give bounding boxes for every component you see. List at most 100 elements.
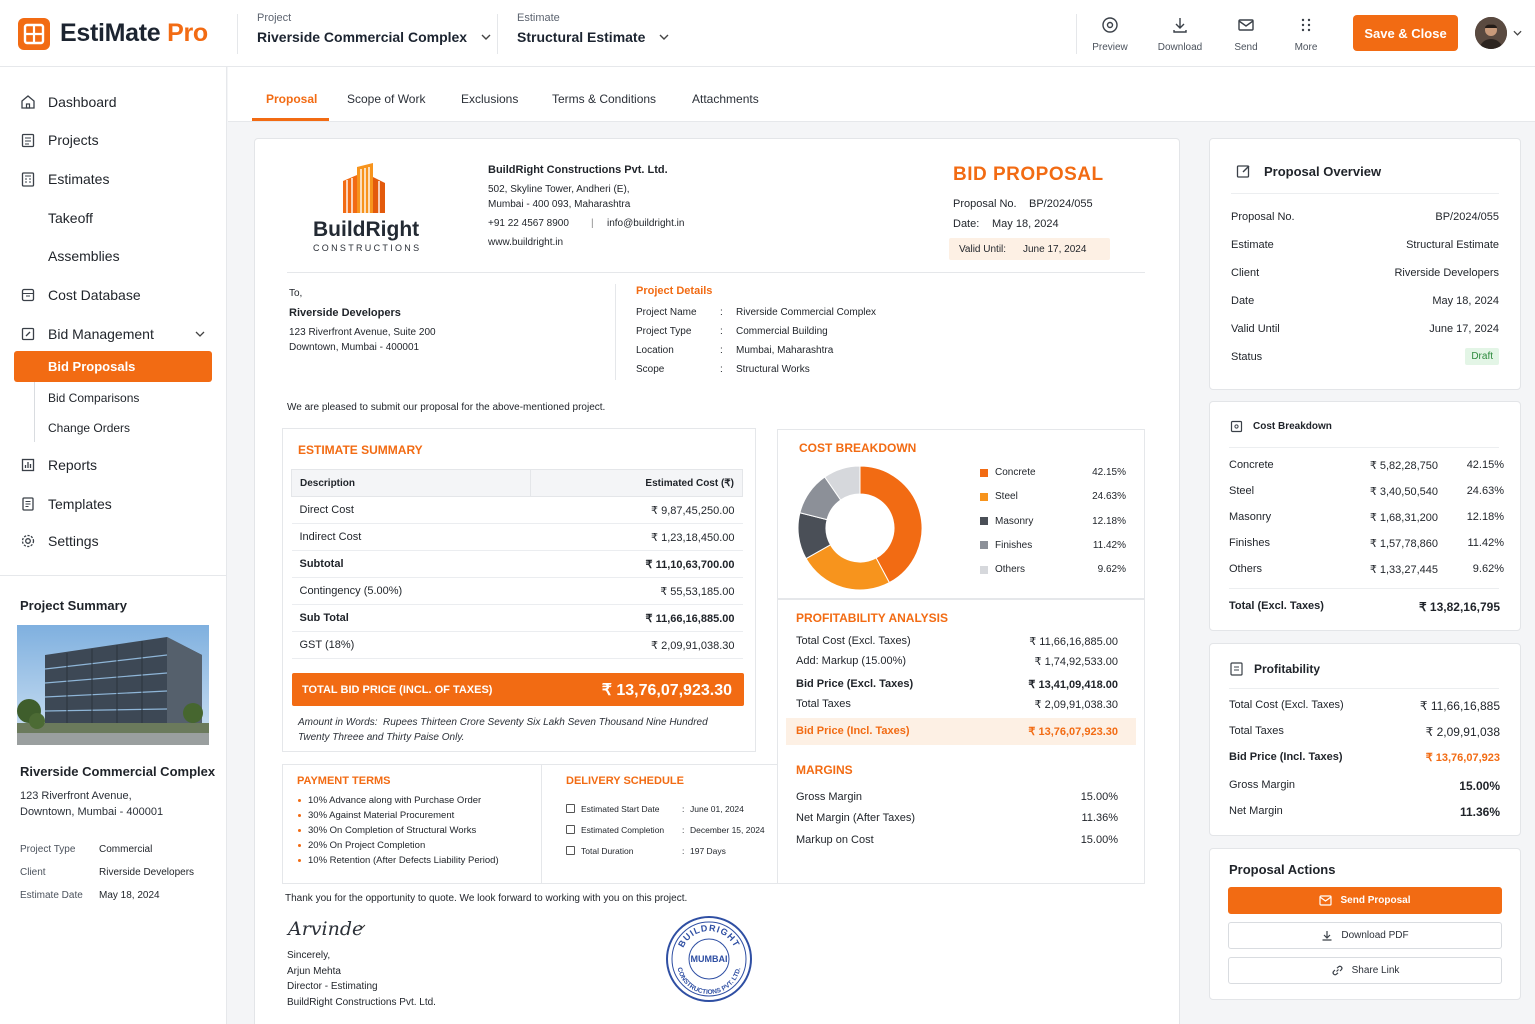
user-avatar[interactable] xyxy=(1475,17,1507,49)
company-website: www.buildright.in xyxy=(488,237,564,248)
sidebar-item-bid-comparisons[interactable]: Bid Comparisons xyxy=(48,391,139,405)
chevron-down-icon xyxy=(659,34,669,40)
tab-exclusions[interactable]: Exclusions xyxy=(461,92,518,106)
overview-row: Proposal No. BP/2024/055 xyxy=(1231,211,1499,223)
download-pdf-button[interactable]: Download PDF xyxy=(1228,922,1502,949)
chart-title: COST BREAKDOWN xyxy=(799,441,917,455)
amount-in-words: Amount in Words: Rupees Thirteen Crore S… xyxy=(298,717,708,743)
payment-term-item: 10% Advance along with Purchase Order xyxy=(308,795,482,806)
estimate-value: Structural Estimate xyxy=(517,29,646,45)
chevron-down-icon[interactable] xyxy=(1513,30,1522,36)
overview-status-row: Status Draft xyxy=(1231,348,1499,365)
project-detail-label: Location xyxy=(636,345,674,356)
company-stamp: BUILDRIGHT MUMBAI CONSTRUCTIONS PVT. LTD… xyxy=(666,916,752,1002)
project-value: Riverside Commercial Complex xyxy=(257,29,468,45)
overview-value: May 18, 2024 xyxy=(1432,295,1499,307)
table-row: Direct Cost ₹ 9,87,45,250.00 xyxy=(291,496,743,524)
legend-item: Steel xyxy=(980,491,1018,502)
share-link-button[interactable]: Share Link xyxy=(1228,957,1502,984)
estimate-selector[interactable]: Estimate Structural Estimate xyxy=(517,12,669,45)
sidebar-item-cost-database[interactable]: Cost Database xyxy=(20,287,141,303)
stamp-center-text: MUMBAI xyxy=(691,954,728,964)
sidebar-item-reports[interactable]: Reports xyxy=(20,457,97,473)
sidebar-item-projects[interactable]: Projects xyxy=(20,132,99,148)
sidebar-item-dashboard[interactable]: Dashboard xyxy=(20,94,117,110)
sign-line: Sincerely, xyxy=(287,950,331,961)
tab-proposal[interactable]: Proposal xyxy=(266,92,317,106)
table-row: GST (18%) ₹ 2,09,91,038.30 xyxy=(291,631,743,659)
cost-breakdown-total-row: Total (Excl. Taxes) ₹ 13,82,16,795 xyxy=(1229,600,1500,614)
profit-value: ₹ 2,09,91,038.30 xyxy=(1034,699,1118,711)
table-row: Subtotal ₹ 11,10,63,700.00 xyxy=(291,550,743,578)
delivery-label: Total Duration xyxy=(581,846,634,856)
profit-label: Bid Price (Excl. Taxes) xyxy=(796,678,914,690)
table-row: Indirect Cost ₹ 1,23,18,450.00 xyxy=(291,523,743,551)
sidebar-item-estimates[interactable]: Estimates xyxy=(20,171,109,187)
sidebar-item-settings[interactable]: Settings xyxy=(20,533,99,549)
download-button[interactable]: Download xyxy=(1150,16,1210,53)
overview-row: Date May 18, 2024 xyxy=(1231,295,1499,307)
profit-row: Total Cost (Excl. Taxes) ₹ 11,66,16,885.0… xyxy=(796,635,1118,648)
actions-title: Proposal Actions xyxy=(1229,862,1336,877)
margin-label: Net Margin (After Taxes) xyxy=(796,812,916,824)
row-cost: ₹ 2,09,91,038.30 xyxy=(530,631,743,659)
payment-term-item: 30% On Completion of Structural Works xyxy=(308,825,477,836)
profitability-row: Bid Price (Incl. Taxes) ₹ 13,76,07,923 xyxy=(1229,751,1500,764)
legend-item: Finishes xyxy=(980,540,1032,551)
sidebar-item-bid-management[interactable]: Bid Management xyxy=(20,326,154,342)
row-description: Subtotal xyxy=(291,550,531,578)
legend-percent: 12.18% xyxy=(1092,515,1126,527)
company-phone: +91 22 4567 8900 xyxy=(488,218,569,229)
company-name: BuildRight Constructions Pvt. Ltd. xyxy=(488,164,668,176)
legend-percent: 24.63% xyxy=(1092,491,1126,503)
profitability-row: Total Taxes ₹ 2,09,91,038 xyxy=(1229,725,1500,739)
colon: : xyxy=(720,326,723,337)
calculator-icon xyxy=(21,172,35,187)
table-row: Contingency (5.00%) ₹ 55,53,185.00 xyxy=(291,577,743,605)
margin-value: 15.00% xyxy=(1080,791,1118,803)
project-detail-value: Mumbai, Maharashtra xyxy=(736,345,834,356)
proposal-no: BP/2024/055 xyxy=(1029,198,1093,210)
tab-scope-of-work[interactable]: Scope of Work xyxy=(347,92,425,106)
sidebar-item-takeoff[interactable]: Takeoff xyxy=(48,210,93,226)
project-selector[interactable]: Project Riverside Commercial Complex xyxy=(257,12,491,45)
legend-swatch xyxy=(980,541,988,550)
tab-attachments[interactable]: Attachments xyxy=(692,92,759,106)
margin-value: 15.00% xyxy=(1080,834,1118,846)
table-row: Sub Total ₹ 11,66,16,885.00 xyxy=(291,604,743,632)
cost-breakdown-percent: 24.63% xyxy=(1466,485,1504,497)
calendar-icon xyxy=(566,804,575,813)
row-cost: ₹ 11,66,16,885.00 xyxy=(530,604,743,632)
sidebar-item-change-orders[interactable]: Change Orders xyxy=(48,421,130,435)
profitability-card-title: Profitability xyxy=(1254,662,1321,676)
project-detail-value: Structural Works xyxy=(736,364,810,375)
sidebar-item-templates[interactable]: Templates xyxy=(20,496,112,512)
send-proposal-button[interactable]: Send Proposal xyxy=(1228,887,1502,914)
profitability-label: Gross Margin xyxy=(1229,779,1296,791)
colon: : xyxy=(720,307,723,318)
tab-terms-conditions[interactable]: Terms & Conditions xyxy=(552,92,656,106)
summary-label: Project Type xyxy=(20,844,76,855)
chevron-down-icon[interactable] xyxy=(195,331,205,337)
more-dots-icon xyxy=(1301,18,1311,32)
profitability-label: Total Taxes xyxy=(1229,725,1284,737)
legend-swatch xyxy=(980,468,988,477)
status-badge: Draft xyxy=(1465,348,1499,365)
profit-label: Total Taxes xyxy=(796,698,851,710)
legend-swatch xyxy=(980,517,988,526)
sidebar-item-bid-proposals[interactable]: Bid Proposals xyxy=(14,351,212,382)
send-button[interactable]: Send xyxy=(1216,16,1276,53)
save-close-button[interactable]: Save & Close xyxy=(1353,15,1458,51)
more-button[interactable]: More xyxy=(1276,16,1336,53)
sidebar-item-assemblies[interactable]: Assemblies xyxy=(48,248,120,264)
proposal-no-label: Proposal No. xyxy=(953,198,1017,210)
cost-breakdown-amount: ₹ 3,40,50,540 xyxy=(1369,486,1438,498)
colon: : xyxy=(682,846,685,856)
delivery-label: Estimated Start Date xyxy=(581,804,660,814)
preview-button[interactable]: Preview xyxy=(1080,16,1140,53)
summary-value: May 18, 2024 xyxy=(99,890,160,901)
project-summary-title: Project Summary xyxy=(20,598,127,613)
row-description: GST (18%) xyxy=(291,631,531,659)
bar-chart-icon xyxy=(21,458,35,472)
overview-value: BP/2024/055 xyxy=(1435,211,1499,223)
